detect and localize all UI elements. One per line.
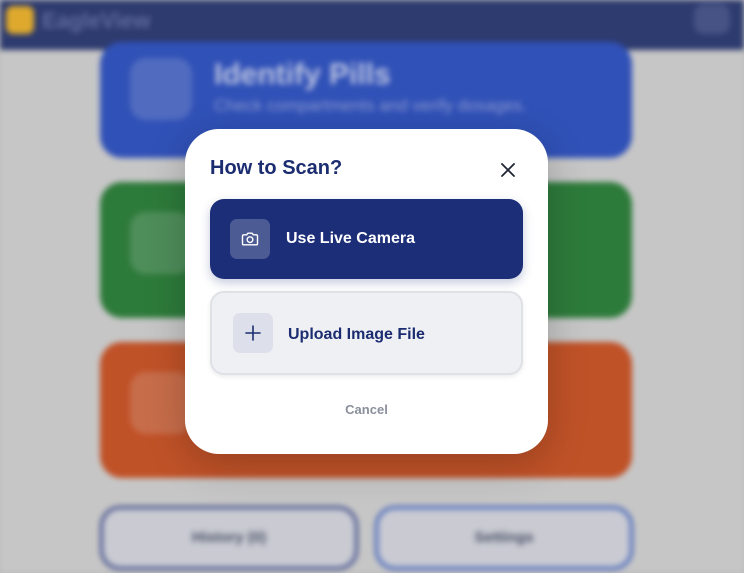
plus-icon-tile	[233, 313, 273, 353]
close-button[interactable]	[495, 157, 521, 183]
scan-method-dialog: How to Scan? Use Live Camera Upload Imag…	[185, 129, 548, 454]
close-icon	[501, 163, 515, 177]
option-label: Upload Image File	[288, 326, 425, 343]
camera-icon-tile	[230, 219, 270, 259]
upload-image-file-button[interactable]: Upload Image File	[210, 291, 523, 375]
plus-icon	[245, 325, 261, 341]
use-live-camera-button[interactable]: Use Live Camera	[210, 199, 523, 279]
cancel-button[interactable]: Cancel	[185, 402, 548, 417]
dialog-title: How to Scan?	[210, 157, 343, 179]
option-label: Use Live Camera	[286, 230, 415, 247]
camera-icon	[241, 232, 259, 246]
